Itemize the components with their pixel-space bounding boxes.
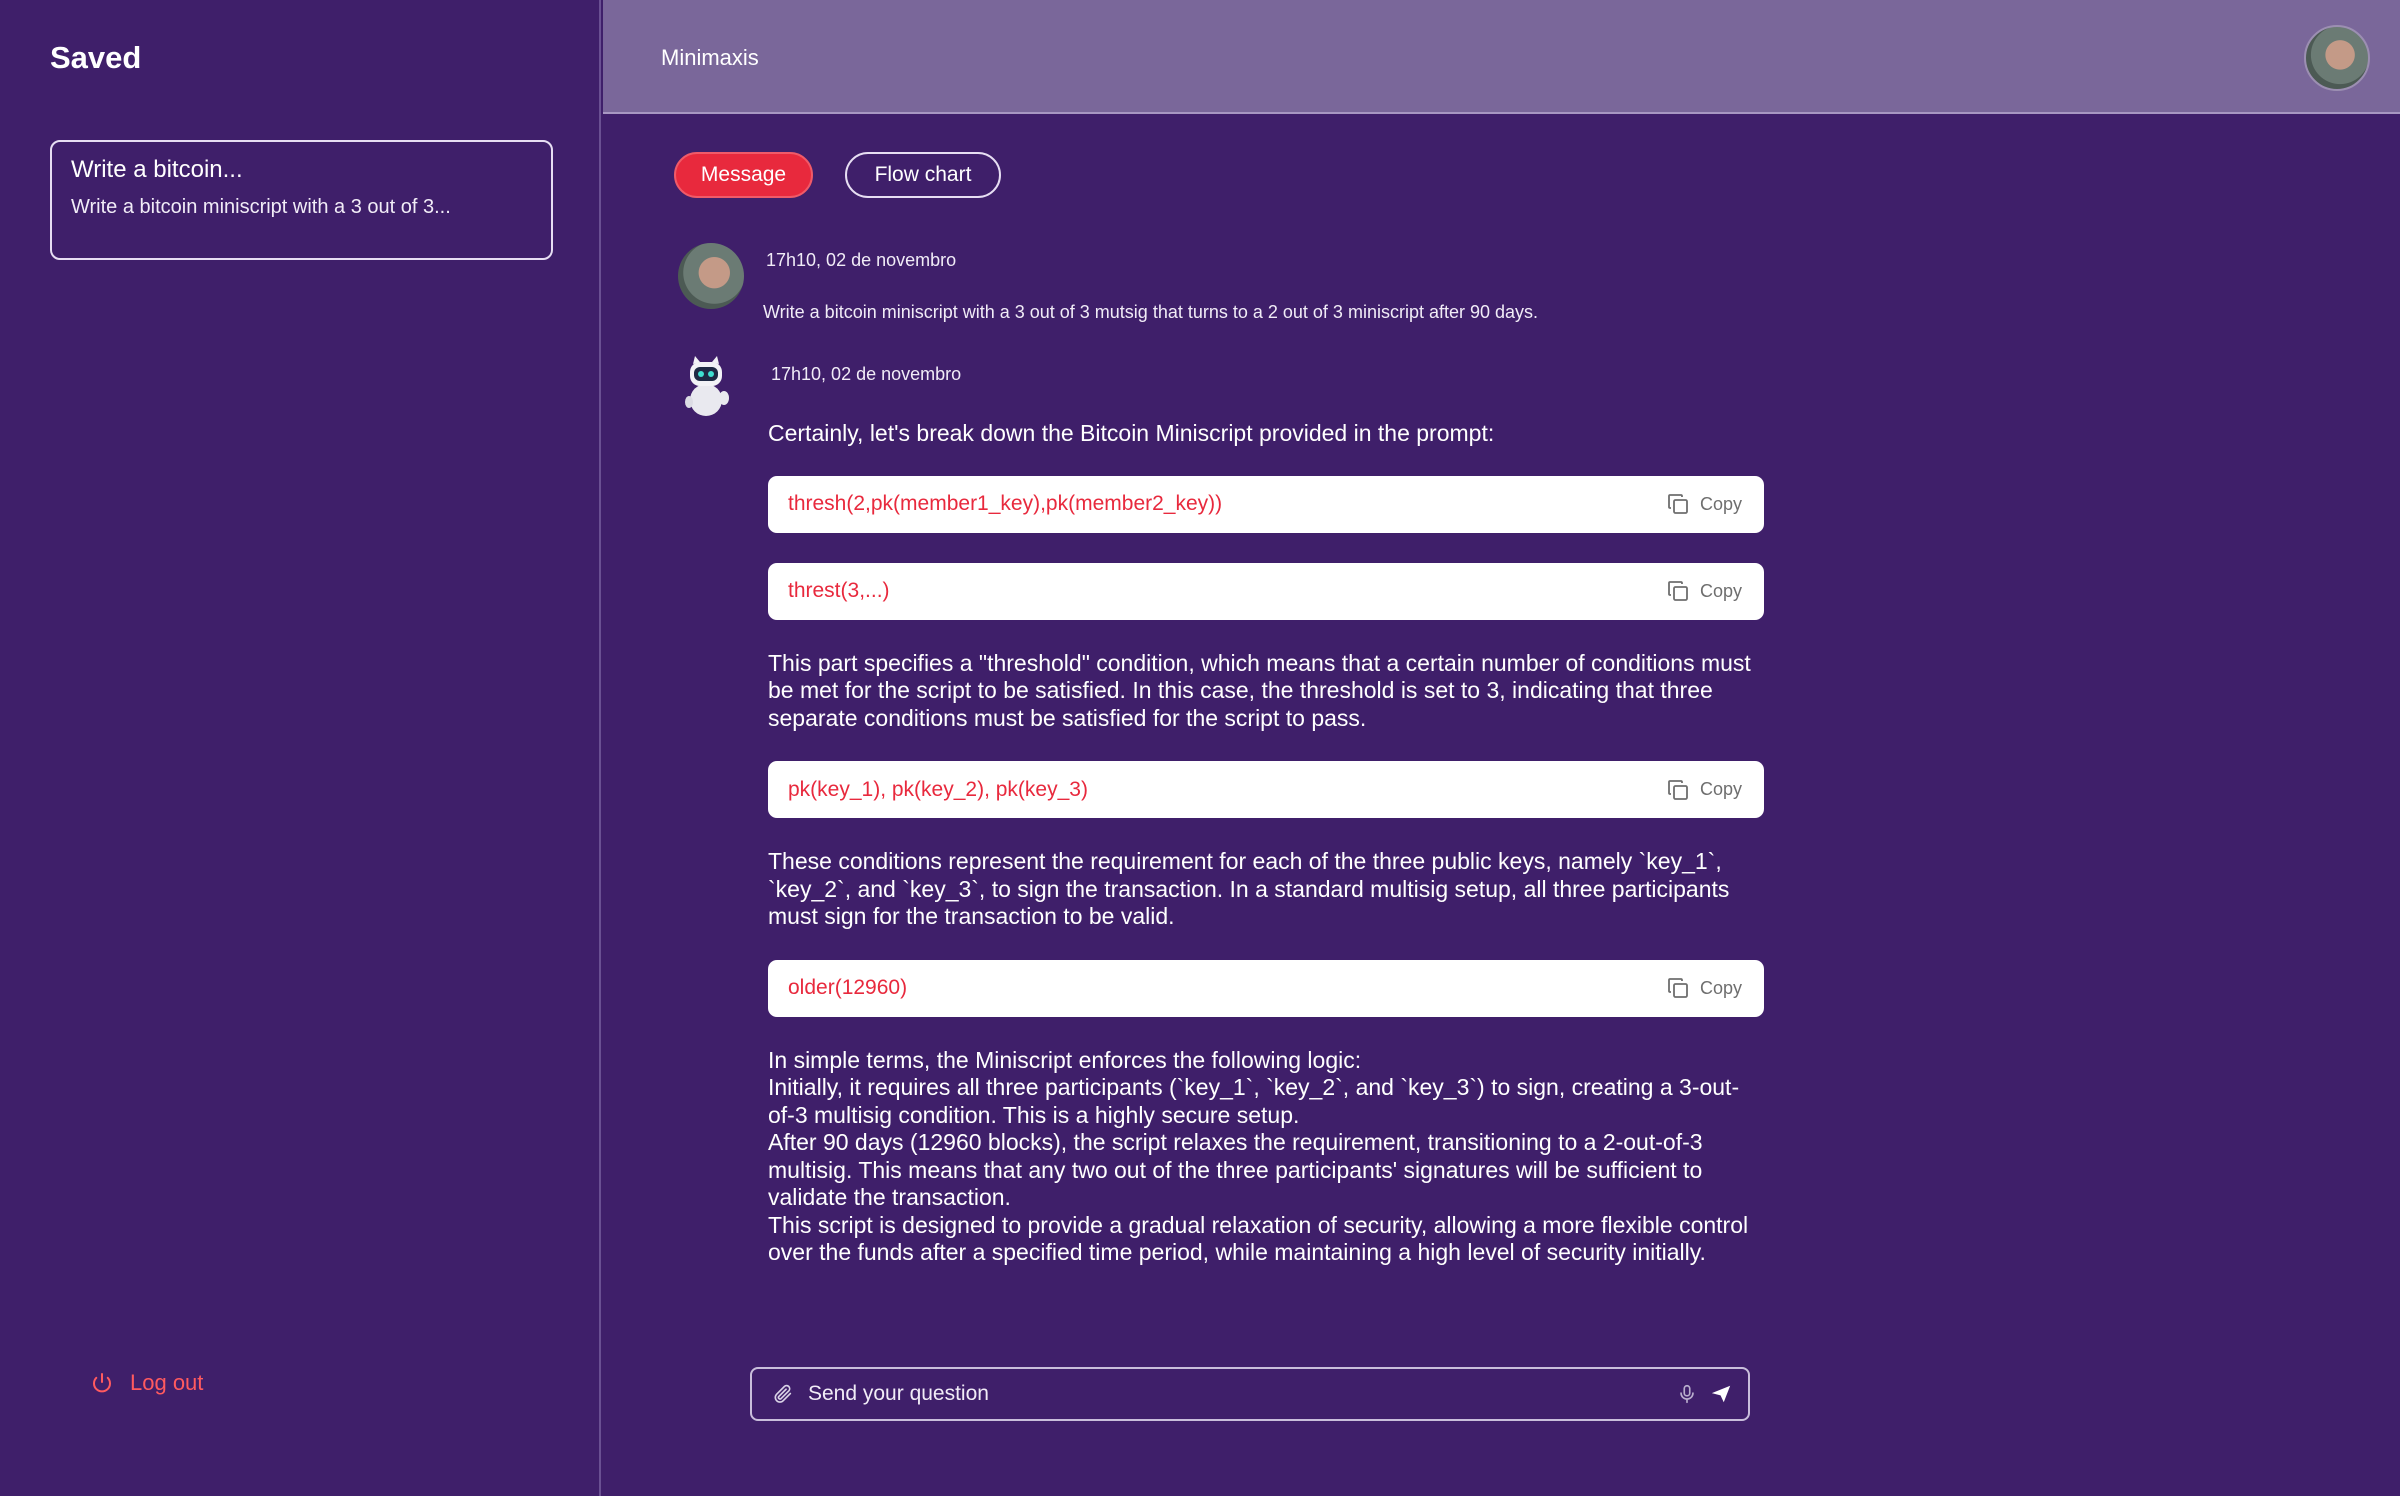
code-text: thresh(2,pk(member1_key),pk(member2_key)…: [788, 492, 1223, 515]
answer-paragraph: This part specifies a "threshold" condit…: [768, 649, 1751, 731]
summary-line: In simple terms, the Miniscript enforces…: [768, 1046, 1362, 1073]
saved-conversation-item[interactable]: Write a bitcoin... Write a bitcoin minis…: [50, 140, 553, 260]
answer-paragraph: These conditions represent the requireme…: [768, 848, 1730, 929]
question-input[interactable]: [808, 1382, 1676, 1406]
summary-line: This script is designed to provide a gra…: [768, 1211, 1749, 1266]
send-icon[interactable]: [1710, 1383, 1732, 1405]
user-avatar[interactable]: [2304, 25, 2370, 91]
copy-icon: [1668, 779, 1688, 800]
copy-label: Copy: [1699, 977, 1742, 998]
robot-avatar-icon: [685, 356, 729, 416]
summary-line: After 90 days (12960 blocks), the script…: [768, 1129, 1703, 1210]
copy-label: Copy: [1699, 493, 1742, 514]
sidebar: Saved Write a bitcoin... Write a bitcoin…: [0, 0, 601, 1496]
user-message-text: Write a bitcoin miniscript with a 3 out …: [763, 302, 1539, 322]
question-input-bar: [750, 1367, 1750, 1421]
code-block: threst(3,...) Copy: [768, 562, 1764, 620]
copy-button[interactable]: Copy: [1666, 778, 1742, 802]
user-message-avatar: [678, 243, 744, 309]
tab-message[interactable]: Message: [674, 152, 813, 198]
copy-button[interactable]: Copy: [1666, 579, 1742, 603]
code-block: thresh(2,pk(member1_key),pk(member2_key)…: [768, 475, 1764, 533]
copy-icon: [1668, 978, 1688, 998]
user-message-time: 17h10, 02 de novembro: [766, 250, 957, 270]
code-block: pk(key_1), pk(key_2), pk(key_3) Copy: [768, 761, 1764, 818]
sidebar-title: Saved: [50, 40, 142, 75]
saved-item-title: Write a bitcoin...: [71, 156, 243, 183]
code-block: older(12960) Copy: [768, 959, 1764, 1017]
logout-label: Log out: [130, 1370, 204, 1395]
code-text: pk(key_1), pk(key_2), pk(key_3): [788, 777, 1088, 801]
paperclip-icon[interactable]: [772, 1383, 794, 1405]
logout-button[interactable]: Log out: [90, 1370, 203, 1396]
code-text: older(12960): [788, 976, 908, 999]
bot-message-time: 17h10, 02 de novembro: [771, 364, 962, 384]
answer-intro: Certainly, let's break down the Bitcoin …: [768, 420, 1495, 446]
copy-icon: [1668, 494, 1688, 514]
copy-button[interactable]: Copy: [1666, 492, 1742, 516]
header: Minimaxis: [603, 0, 2400, 114]
copy-icon: [1668, 581, 1688, 601]
bot-answer: Certainly, let's break down the Bitcoin …: [768, 420, 1764, 1267]
microphone-icon[interactable]: [1676, 1383, 1698, 1405]
power-icon: [93, 1373, 111, 1393]
copy-button[interactable]: Copy: [1666, 976, 1742, 1000]
saved-item-preview: Write a bitcoin miniscript with a 3 out …: [71, 196, 451, 218]
answer-summary: In simple terms, the Miniscript enforces…: [768, 1047, 1764, 1267]
summary-line: Initially, it requires all three partici…: [768, 1074, 1740, 1128]
code-text: threst(3,...): [788, 579, 890, 602]
tab-flow-chart[interactable]: Flow chart: [845, 152, 1001, 198]
page-title: Minimaxis: [661, 45, 759, 70]
copy-label: Copy: [1699, 580, 1742, 601]
copy-label: Copy: [1699, 779, 1742, 799]
